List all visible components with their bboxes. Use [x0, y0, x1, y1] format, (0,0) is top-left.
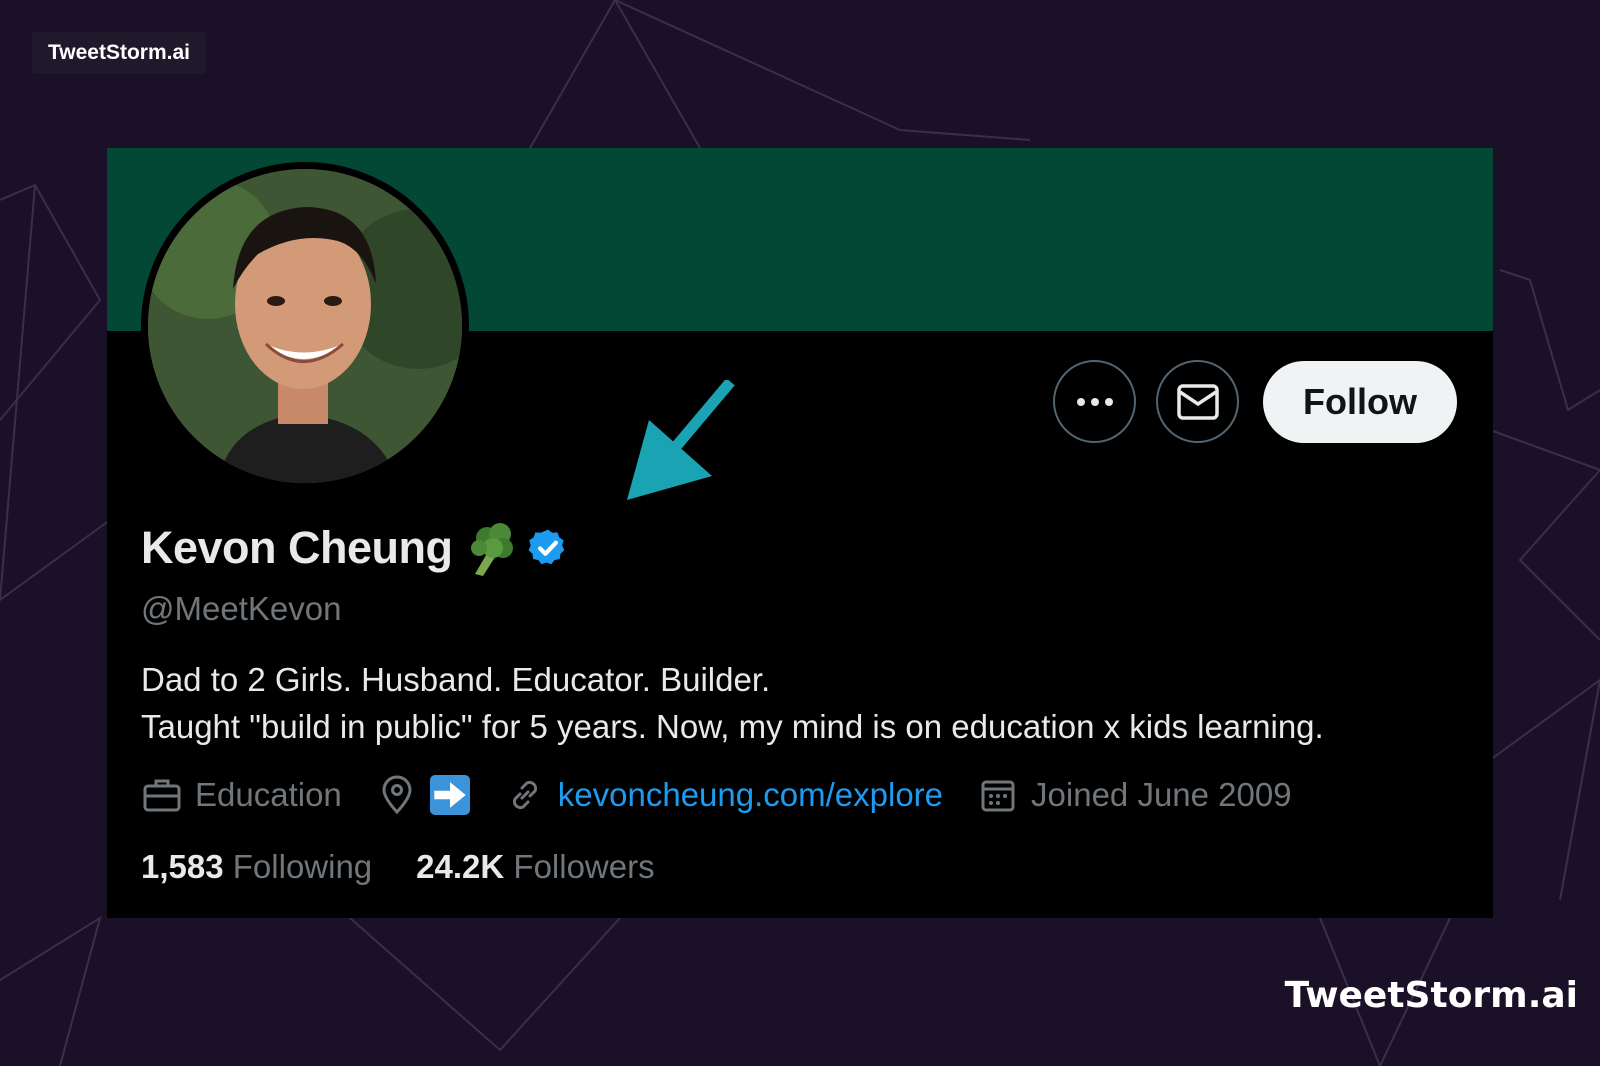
website-link[interactable]: kevoncheung.com/explore: [558, 776, 943, 814]
more-dots-icon: [1076, 397, 1113, 406]
annotation-arrow-icon: [627, 380, 735, 500]
right-arrow-emoji-icon: [429, 775, 470, 815]
verified-badge-icon[interactable]: [527, 527, 569, 569]
location-pin-icon: [382, 775, 412, 815]
handle: @MeetKevon: [141, 590, 342, 627]
display-name: Kevon Cheung: [141, 522, 453, 573]
followers-stat[interactable]: 24.2K Followers: [416, 848, 654, 886]
bio-line: Dad to 2 Girls. Husband. Educator. Build…: [141, 661, 771, 698]
brand-watermark: TweetStorm.ai: [1284, 975, 1578, 1016]
calendar-icon: [981, 780, 1015, 812]
following-label: Following: [232, 848, 373, 885]
avatar-portrait-icon: [148, 169, 462, 483]
bio: Dad to 2 Girls. Husband. Educator. Build…: [141, 656, 1461, 750]
broccoli-icon: [470, 523, 513, 576]
location-item: [376, 774, 470, 816]
bio-line: Taught "build in public" for 5 years. No…: [141, 708, 1324, 745]
message-button[interactable]: [1156, 360, 1240, 443]
joined-item: Joined June 2009: [977, 774, 1292, 816]
more-button[interactable]: [1053, 360, 1137, 443]
profile-meta: Education kevoncheung.com/explore Joined…: [141, 774, 1326, 816]
top-brand-badge: TweetStorm.ai: [32, 32, 206, 74]
joined-date: Joined June 2009: [1031, 776, 1292, 813]
following-count: 1,583: [141, 848, 224, 885]
website-item: kevoncheung.com/explore: [504, 774, 943, 816]
link-icon: [512, 780, 537, 810]
category-label: Education: [195, 776, 342, 813]
profile-card: Follow Kevon Cheung @MeetKevon Dad to 2 …: [107, 148, 1493, 918]
category-item: Education: [141, 774, 342, 816]
followers-label: Followers: [513, 848, 655, 885]
avatar[interactable]: [141, 162, 469, 490]
name-row: Kevon Cheung: [141, 520, 569, 576]
following-stat[interactable]: 1,583 Following: [141, 848, 372, 886]
briefcase-icon: [143, 779, 181, 812]
profile-actions: Follow: [1053, 360, 1457, 443]
follow-button[interactable]: Follow: [1263, 360, 1457, 443]
follow-stats: 1,583 Following 24.2K Followers: [141, 848, 655, 886]
mail-icon: [1176, 383, 1219, 420]
followers-count: 24.2K: [416, 848, 505, 885]
